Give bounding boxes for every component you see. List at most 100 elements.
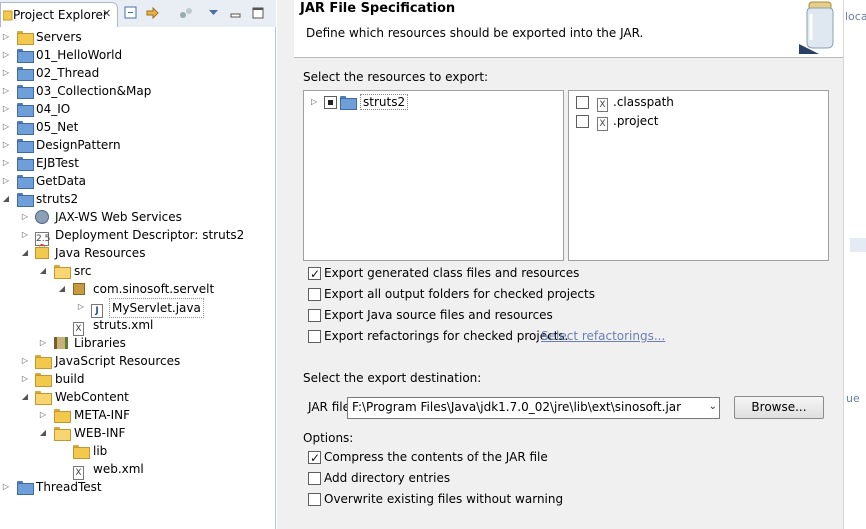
expand-arrow-icon[interactable]: ▷ [1, 64, 11, 82]
expand-arrow-icon[interactable]: ▷ [38, 334, 48, 352]
tree-item-label: Java Resources [55, 246, 146, 260]
checkbox[interactable] [308, 309, 321, 322]
expand-arrow-icon[interactable]: ▷ [1, 46, 11, 64]
expand-arrow-icon[interactable]: ▷ [1, 172, 11, 190]
filters-icon[interactable] [178, 5, 194, 21]
collapse-arrow-icon[interactable]: ◢ [57, 280, 67, 298]
expand-arrow-icon[interactable]: ▷ [38, 406, 48, 424]
expand-arrow-icon[interactable]: ▷ [20, 208, 30, 226]
expand-arrow-icon[interactable]: ▷ [1, 82, 11, 100]
checkbox[interactable] [308, 265, 321, 283]
collapse-arrow-icon[interactable]: ◢ [20, 244, 30, 262]
tree-item-label: Libraries [74, 336, 126, 350]
dialog-title: JAR File Specification [300, 1, 456, 16]
collapse-arrow-icon[interactable]: ◢ [38, 424, 48, 442]
xml-file-icon: X [73, 318, 89, 336]
tree-item-label: struts2 [360, 94, 409, 110]
view-tab-bar: Project Explorer ✕ [0, 0, 276, 27]
tree-item-label: 02_Thread [36, 66, 100, 80]
expand-arrow-icon[interactable]: ▷ [20, 352, 30, 370]
expand-arrow-icon[interactable]: ▷ [1, 100, 11, 118]
expand-arrow-icon[interactable]: ▷ [1, 154, 11, 172]
project-icon [17, 138, 34, 153]
close-icon[interactable]: ✕ [102, 7, 111, 20]
expand-arrow-icon[interactable]: ▷ [1, 118, 11, 136]
option-label: Export all output folders for checked pr… [324, 287, 595, 301]
chevron-down-icon[interactable]: ⌄ [709, 401, 717, 412]
file-label: .project [613, 114, 659, 128]
collapse-arrow-icon[interactable]: ◢ [20, 388, 30, 406]
expand-arrow-icon[interactable]: ▷ [1, 136, 11, 154]
tree-item-label: META-INF [74, 408, 131, 422]
project-icon [17, 174, 34, 189]
tree-item-label: 03_Collection&Map [36, 84, 152, 98]
resources-label: Select the resources to export: [303, 70, 489, 84]
link-with-editor-icon[interactable] [145, 5, 161, 21]
tree-item-label: Deployment Descriptor: struts2 [55, 228, 245, 242]
project-explorer-view: Project Explorer ✕ ▷ Servers ▷ 01_HelloW… [0, 0, 276, 529]
checkbox[interactable] [576, 96, 589, 109]
option-label: Export generated class files and resourc… [324, 266, 580, 280]
java-file-icon: J [91, 300, 107, 318]
expand-arrow-icon[interactable]: ▷ [311, 93, 317, 111]
checkbox[interactable] [308, 449, 321, 467]
option-label: Add directory entries [324, 471, 451, 485]
view-menu-icon[interactable] [206, 5, 222, 21]
resource-tree[interactable]: ▷ struts2 [303, 90, 564, 261]
tree-item-label: web.xml [93, 462, 144, 476]
tree-item-label: build [55, 372, 85, 386]
tree-item-label: struts2 [36, 192, 79, 206]
tree-item-label: EJBTest [36, 156, 79, 170]
folder-open-icon [54, 426, 71, 441]
expand-arrow-icon[interactable]: ▷ [1, 478, 11, 496]
checkbox[interactable] [576, 115, 589, 128]
libraries-icon [54, 336, 70, 350]
tree-item-label: src [74, 264, 92, 278]
xml-file-icon: X [597, 94, 608, 112]
tree-item-label: JAX-WS Web Services [55, 210, 182, 224]
dialog-body: Select the resources to export: ▷ struts… [294, 58, 843, 529]
partial-checkbox[interactable] [324, 96, 337, 109]
tree-item-label: 04_IO [36, 102, 71, 116]
tree-item-label: DesignPattern [36, 138, 121, 152]
project-icon [17, 102, 34, 117]
expand-arrow-icon[interactable]: ▷ [1, 28, 11, 46]
project-icon [17, 156, 34, 171]
checkbox[interactable] [308, 472, 321, 485]
checkbox[interactable] [308, 330, 321, 343]
maximize-icon[interactable] [250, 5, 266, 21]
folder-open-icon [35, 390, 52, 405]
jar-file-value: F:\Program Files\Java\jdk1.7.0_02\jre\li… [352, 400, 682, 414]
expand-arrow-icon[interactable]: ▷ [20, 226, 30, 244]
option-label: Compress the contents of the JAR file [324, 450, 548, 464]
tree-item-label: ThreadTest [36, 480, 102, 494]
project-icon [17, 84, 34, 99]
checkbox[interactable] [308, 493, 321, 506]
expand-arrow-icon[interactable]: ▷ [20, 370, 30, 388]
web-project-icon [340, 95, 357, 113]
tab-project-explorer[interactable]: Project Explorer ✕ [0, 2, 118, 27]
tree-item-label: com.sinosoft.servelt [93, 282, 215, 296]
javascript-resources-icon [35, 354, 52, 369]
resource-file-list[interactable]: X .classpath X .project [568, 90, 829, 261]
web-services-icon [35, 210, 51, 224]
project-icon [17, 480, 34, 495]
minimize-icon[interactable] [228, 5, 244, 21]
folder-icon [35, 372, 52, 387]
collapse-all-icon[interactable] [123, 5, 139, 21]
folder-icon [17, 30, 34, 45]
project-tree: ▷ Servers ▷ 01_HelloWorld ▷ 02_Thread ▷ … [0, 27, 276, 529]
collapse-arrow-icon[interactable]: ◢ [1, 190, 11, 208]
option-label: Overwrite existing files without warning [324, 492, 564, 506]
select-refactorings-link[interactable]: Select refactorings... [541, 327, 665, 345]
options-label: Options: [303, 431, 354, 445]
jar-file-combo[interactable]: F:\Program Files\Java\jdk1.7.0_02\jre\li… [347, 397, 720, 419]
tree-item-label: struts.xml [93, 318, 154, 332]
editor-highlight-line [850, 238, 866, 252]
expand-arrow-icon[interactable]: ▷ [76, 298, 86, 316]
source-folder-icon [54, 264, 71, 279]
checkbox[interactable] [308, 288, 321, 301]
option-label: Export refactorings for checked projects… [324, 329, 569, 343]
browse-button[interactable]: Browse... [734, 396, 824, 419]
collapse-arrow-icon[interactable]: ◢ [38, 262, 48, 280]
